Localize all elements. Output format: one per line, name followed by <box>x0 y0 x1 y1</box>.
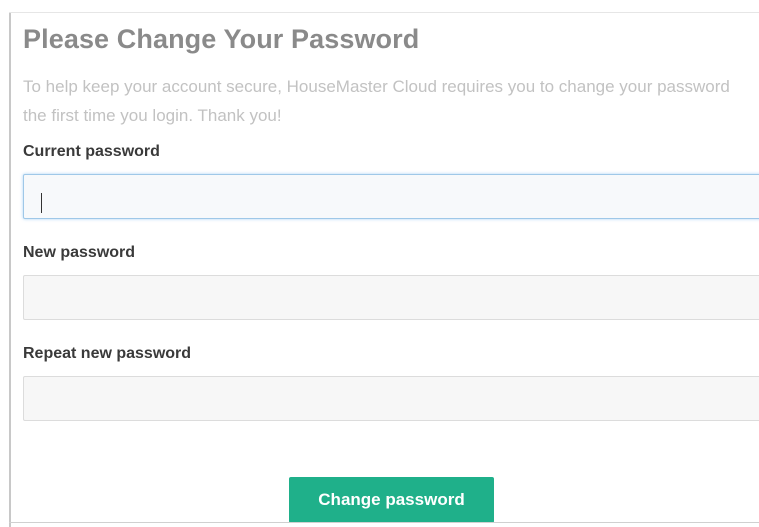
current-password-label: Current password <box>23 143 160 160</box>
change-password-button[interactable]: Change password <box>289 477 494 523</box>
change-password-form: Please Change Your Password To help keep… <box>23 20 759 421</box>
intro-text: To help keep your account secure, HouseM… <box>23 77 730 125</box>
new-password-label: New password <box>23 244 136 261</box>
change-password-page: Please Change Your Password To help keep… <box>0 0 759 527</box>
repeat-password-label: Repeat new password <box>23 345 192 362</box>
current-password-field[interactable] <box>23 174 759 219</box>
frame-left-border <box>9 12 11 527</box>
repeat-password-field[interactable] <box>23 376 759 421</box>
new-password-field[interactable] <box>23 275 759 320</box>
text-cursor <box>41 193 42 213</box>
frame-top-border <box>9 12 759 13</box>
page-title: Please Change Your Password <box>23 24 420 54</box>
frame-bottom-border <box>9 522 759 523</box>
